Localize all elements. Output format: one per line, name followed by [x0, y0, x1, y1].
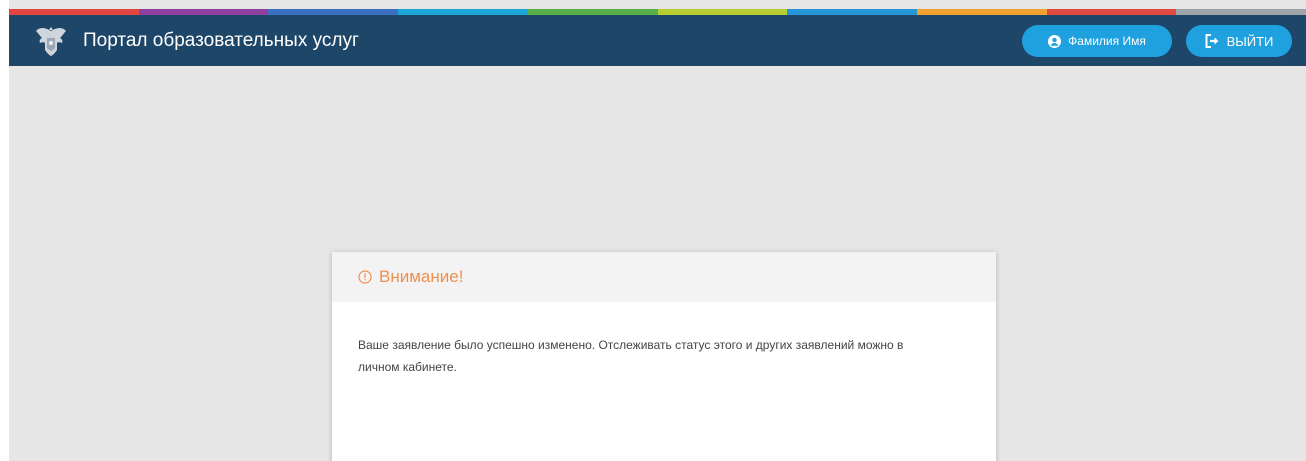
coat-of-arms-icon [36, 27, 66, 56]
logout-label: ВЫЙТИ [1226, 33, 1274, 49]
sign-out-icon [1205, 34, 1219, 48]
user-profile-button[interactable]: Фамилия Имя [1022, 25, 1172, 57]
dialog-message: Ваше заявление было успешно изменено. От… [358, 338, 904, 374]
user-circle-icon [1048, 34, 1062, 48]
notice-dialog: Внимание! Ваше заявление было успешно из… [332, 252, 996, 461]
app-header: Портал образовательных услуг Фамилия Имя… [9, 15, 1306, 66]
alert-circle-icon [358, 270, 372, 284]
dialog-header: Внимание! [332, 252, 996, 302]
dialog-title: Внимание! [379, 267, 464, 286]
page-background: Портал образовательных услуг Фамилия Имя… [9, 0, 1306, 461]
app-title: Портал образовательных услуг [83, 30, 359, 51]
user-name-label: Фамилия Имя [1068, 34, 1146, 48]
logout-button[interactable]: ВЫЙТИ [1186, 25, 1292, 57]
